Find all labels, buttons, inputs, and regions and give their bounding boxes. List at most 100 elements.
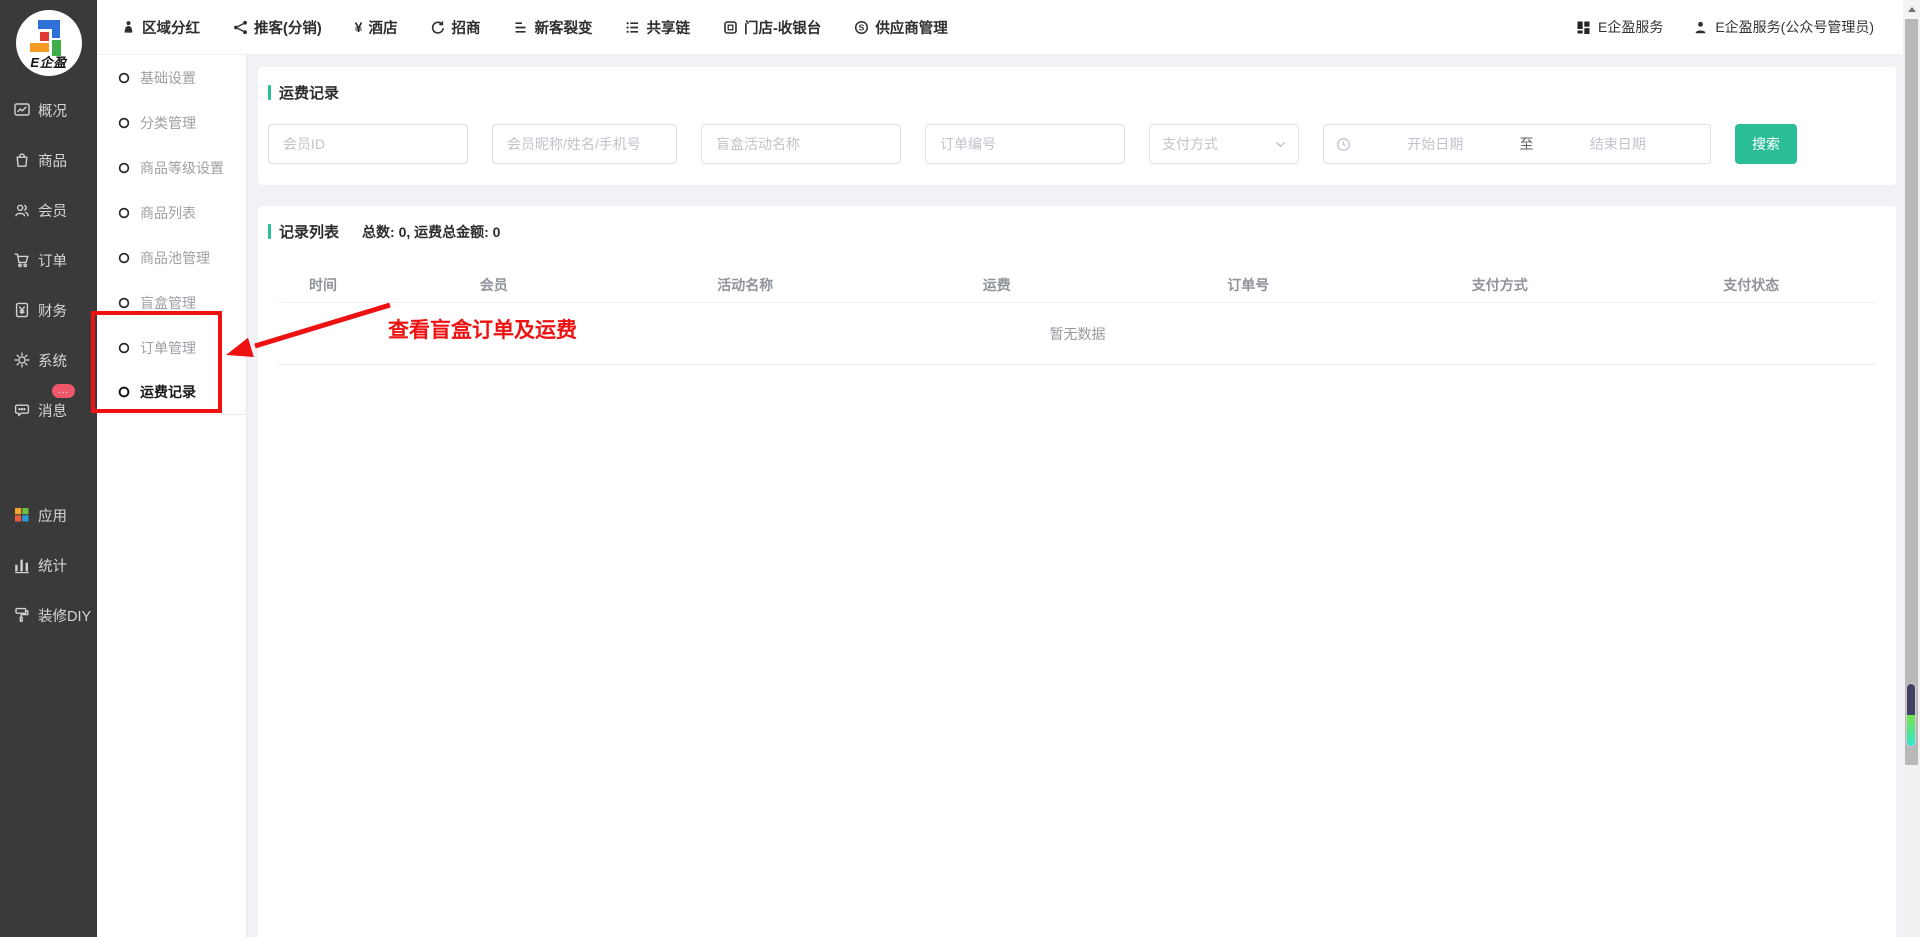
circle-icon [118, 297, 130, 309]
date-separator: 至 [1520, 134, 1534, 154]
sidebar-spacer [0, 435, 97, 490]
primary-sidebar: E企盈 概况 商品 会员 订单 财务 系统 消息 [0, 0, 97, 937]
topnav-item-region-dividend[interactable]: 区域分红 [121, 17, 200, 38]
sidebar-item-label: 装修DIY [38, 605, 91, 626]
sidebar-item-orders[interactable]: 订单 [0, 235, 97, 285]
cart-icon [13, 251, 31, 269]
topnav-item-new-customer-fission[interactable]: 新客裂变 [513, 17, 592, 38]
search-button[interactable]: 搜索 [1735, 124, 1797, 164]
end-date-input[interactable] [1538, 136, 1699, 152]
order-no-input[interactable] [925, 124, 1125, 164]
sidebar-item-decorate-diy[interactable]: 装修DIY [0, 590, 97, 640]
title-accent-bar [268, 224, 271, 239]
circle-icon [118, 117, 130, 129]
table-header-row: 时间 会员 活动名称 运费 订单号 支付方式 支付状态 [278, 268, 1877, 303]
submenu-item-basic-settings[interactable]: 基础设置 [97, 55, 246, 100]
shopping-bag-icon [13, 151, 31, 169]
submenu-item-goods-list[interactable]: 商品列表 [97, 190, 246, 235]
topnav-item-distribution[interactable]: 推客(分销) [233, 17, 322, 38]
sidebar-item-overview[interactable]: 概况 [0, 85, 97, 135]
sidebar-item-label: 商品 [38, 150, 67, 171]
circle-icon [118, 386, 130, 398]
chevron-down-icon [1275, 141, 1286, 148]
sidebar-item-system[interactable]: 系统 [0, 335, 97, 385]
page-title: 运费记录 [279, 82, 339, 103]
main-region: 区域分红 推客(分销) ¥ 酒店 招商 新客裂变 [97, 0, 1920, 937]
svg-text:S: S [859, 22, 865, 32]
content-area: 基础设置 分类管理 商品等级设置 商品列表 商品池管理 [97, 55, 1920, 937]
logo: E企盈 [0, 0, 97, 85]
overview-icon [13, 101, 31, 119]
start-date-input[interactable] [1355, 136, 1516, 152]
finance-icon [13, 301, 31, 319]
topnav-item-hotel[interactable]: ¥ 酒店 [355, 17, 398, 38]
date-range-picker[interactable]: 至 [1323, 124, 1711, 164]
yen-icon: ¥ [355, 19, 363, 35]
topnav-item-store-cashier[interactable]: 门店-收银台 [723, 17, 821, 38]
top-navigation: 区域分红 推客(分销) ¥ 酒店 招商 新客裂变 [121, 17, 948, 38]
storefront-icon [723, 20, 738, 35]
sidebar-item-label: 会员 [38, 200, 67, 221]
members-icon [13, 201, 31, 219]
logo-mark-icon: E企盈 [16, 10, 82, 76]
member-name-input[interactable] [492, 124, 677, 164]
topnav-item-share-chain[interactable]: 共享链 [625, 17, 690, 38]
scrollbar-thumb[interactable] [1905, 19, 1918, 765]
service-menu[interactable]: E企盈服务 [1576, 17, 1663, 37]
chat-icon [13, 401, 31, 419]
service-grid-icon [1576, 20, 1591, 35]
topnav-item-recruit[interactable]: 招商 [430, 17, 480, 38]
message-badge: ... [52, 384, 75, 398]
column-header-time: 时间 [278, 275, 368, 295]
user-icon [1693, 20, 1708, 35]
scrollbar-up-button[interactable] [1903, 0, 1920, 19]
records-summary: 总数: 0, 运费总金额: 0 [362, 222, 500, 242]
person-icon [121, 20, 136, 35]
column-header-payment-status: 支付状态 [1626, 275, 1878, 295]
main-content: 运费记录 支付方式 至 [247, 55, 1920, 937]
submenu-item-goods-level-settings[interactable]: 商品等级设置 [97, 145, 246, 190]
blind-box-activity-input[interactable] [701, 124, 901, 164]
apps-grid-icon [13, 506, 31, 524]
sidebar-item-label: 订单 [38, 250, 67, 271]
sidebar-item-finance[interactable]: 财务 [0, 285, 97, 335]
sidebar-item-members[interactable]: 会员 [0, 185, 97, 235]
sidebar-item-label: 概况 [38, 100, 67, 121]
records-card: 记录列表 总数: 0, 运费总金额: 0 时间 会员 活动名称 运费 订单号 支… [258, 206, 1896, 937]
bar-chart-icon [13, 556, 31, 574]
scrollbar [1903, 0, 1920, 937]
submenu-item-blind-box-management[interactable]: 盲盒管理 [97, 280, 246, 325]
filter-form: 支付方式 至 搜索 [268, 124, 1878, 164]
column-header-freight: 运费 [871, 275, 1123, 295]
submenu-item-freight-records[interactable]: 运费记录 [97, 370, 246, 415]
sidebar-item-messages[interactable]: 消息 ... [0, 385, 97, 435]
sidebar-item-stats[interactable]: 统计 [0, 540, 97, 590]
submenu-item-goods-pool-management[interactable]: 商品池管理 [97, 235, 246, 280]
column-header-member: 会员 [368, 275, 620, 295]
sidebar-item-apps[interactable]: 应用 [0, 490, 97, 540]
sidebar-item-label: 财务 [38, 300, 67, 321]
payment-method-select[interactable]: 支付方式 [1149, 124, 1299, 164]
account-menu[interactable]: E企盈服务(公众号管理员) [1693, 17, 1874, 37]
sidebar-item-label: 统计 [38, 555, 67, 576]
submenu-item-category-management[interactable]: 分类管理 [97, 100, 246, 145]
list-icon [513, 20, 528, 35]
member-id-input[interactable] [268, 124, 468, 164]
column-header-payment-method: 支付方式 [1374, 275, 1626, 295]
sidebar-item-label: 系统 [38, 350, 67, 371]
circle-icon [118, 252, 130, 264]
sidebar-item-goods[interactable]: 商品 [0, 135, 97, 185]
gear-icon [13, 351, 31, 369]
topbar: 区域分红 推客(分销) ¥ 酒店 招商 新客裂变 [97, 0, 1920, 55]
topnav-item-supplier-management[interactable]: S 供应商管理 [854, 17, 948, 38]
empty-state: 暂无数据 [278, 303, 1877, 365]
submenu-item-order-management[interactable]: 订单管理 [97, 325, 246, 370]
column-header-order-no: 订单号 [1123, 275, 1375, 295]
supplier-icon: S [854, 20, 869, 35]
recycle-icon [430, 20, 445, 35]
records-title: 记录列表 [279, 221, 339, 242]
circle-icon [118, 72, 130, 84]
circle-icon [118, 162, 130, 174]
share-icon [233, 20, 248, 35]
up-arrow-icon [1908, 7, 1916, 12]
